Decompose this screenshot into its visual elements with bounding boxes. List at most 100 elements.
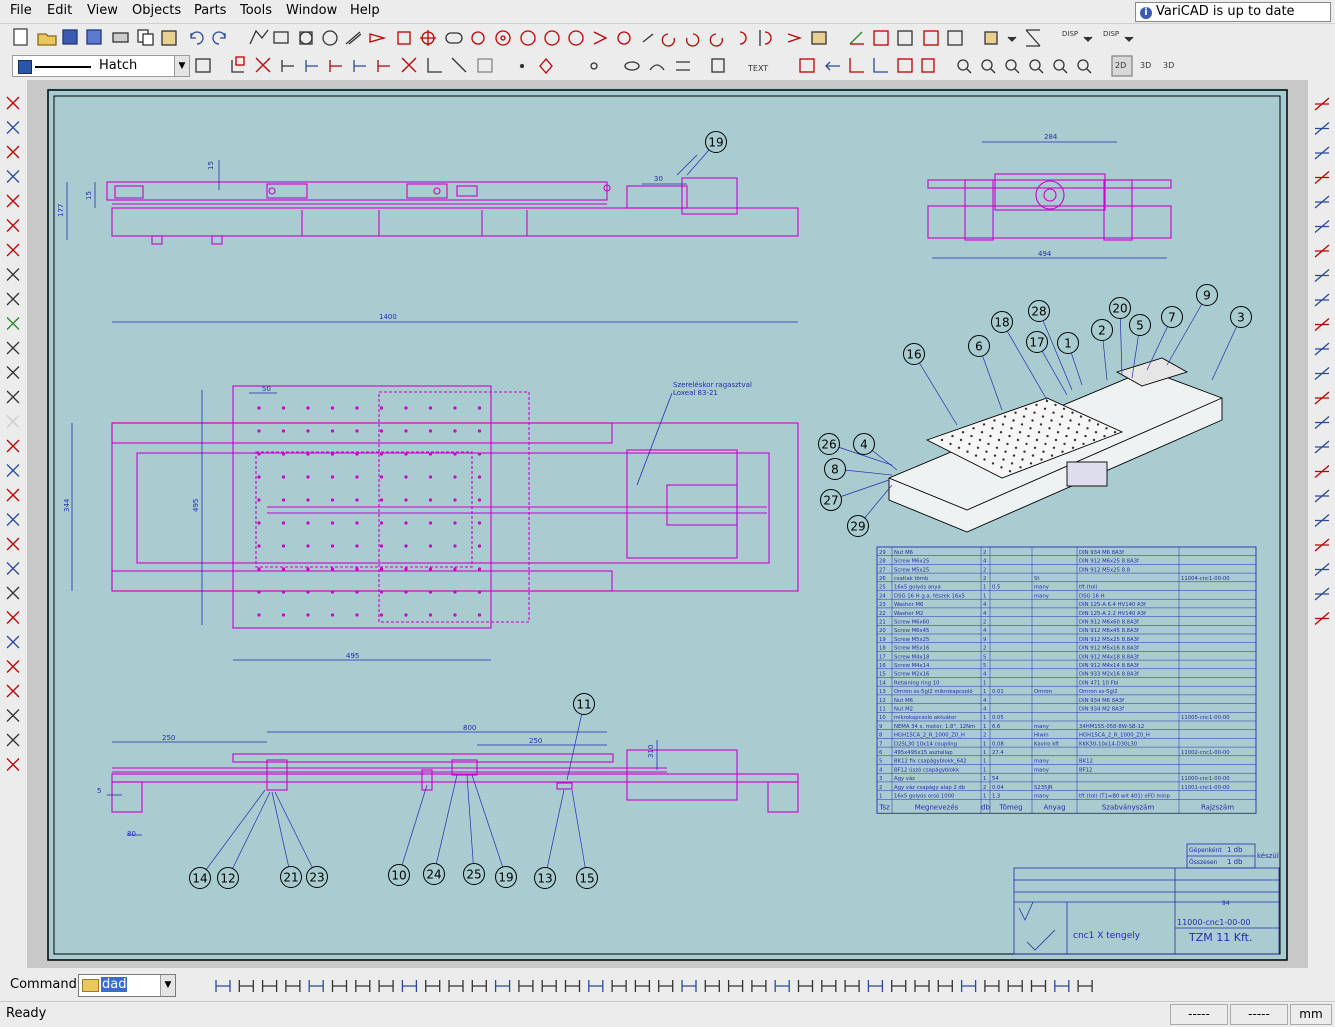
chevron-down-icon[interactable]: ▼ (174, 56, 189, 76)
mounting-hole (257, 521, 261, 525)
bom-cell: many (1034, 794, 1049, 800)
bom-cell: HGH15CA_2_R_1000_Z0_H (894, 733, 965, 739)
dim-label: 800 (463, 724, 476, 732)
folder-icon (82, 979, 99, 992)
dim-label: 1400 (379, 313, 397, 321)
mounting-hole (404, 590, 408, 594)
table-hole (1071, 411, 1074, 414)
dimension-tool-icon (378, 980, 394, 992)
menu-view[interactable]: View (87, 3, 118, 18)
left-tool-icon (6, 709, 20, 722)
bom-cell: St (1034, 576, 1039, 582)
menu-window[interactable]: Window (286, 3, 337, 18)
bom-cell: 28 (879, 559, 886, 565)
mounting-hole (281, 613, 286, 617)
bom-cell: 9 (983, 637, 986, 643)
bom-header-cell: Megnevezés (915, 803, 959, 811)
balloon-number: 7 (1168, 311, 1176, 325)
mounting-hole (306, 498, 310, 502)
table-hole (1014, 411, 1017, 414)
mounting-hole (477, 429, 482, 433)
table-hole (1021, 458, 1024, 461)
command-input[interactable]: dad ▼ (78, 974, 176, 997)
secondary-toolbar-icons[interactable]: TEXT 2D 3D 3D (0, 52, 1335, 79)
left-tool-icon (6, 292, 20, 306)
status-units: mm (1290, 1004, 1332, 1025)
bom-cell: Screw M2x16 (894, 672, 930, 678)
mounting-hole (428, 406, 433, 410)
table-hole (1096, 423, 1100, 426)
table-hole (1056, 431, 1060, 434)
drawing-canvas[interactable]: 177 15 15 30 284 494 1400 50 344 495 495… (27, 80, 1308, 968)
drawing-svg[interactable]: 177 15 15 30 284 494 1400 50 344 495 495… (27, 80, 1308, 968)
layer-select[interactable]: Hatch ▼ (12, 55, 190, 77)
balloon-number: 2 (1098, 324, 1106, 338)
bom-cell: 2 (879, 785, 882, 791)
dim-label: 310 (647, 745, 655, 758)
chevron-down-icon[interactable]: ▼ (160, 975, 175, 996)
bom-cell: 3 (879, 776, 882, 782)
mounting-hole (453, 452, 457, 456)
table-hole (1103, 434, 1106, 438)
dim-label: 284 (1044, 133, 1058, 141)
menu-tools[interactable]: Tools (240, 3, 272, 18)
bom-cell: 54 (992, 776, 999, 782)
bom-cell: Agy váz (894, 775, 915, 782)
mounting-hole (428, 429, 433, 433)
left-tool-icon (6, 733, 20, 747)
dimension-tool-icon (401, 980, 418, 992)
table-hole (972, 427, 975, 430)
mounting-hole (330, 567, 335, 571)
menu-file[interactable]: File (10, 3, 32, 18)
mounting-hole (281, 544, 286, 548)
mounting-hole (257, 590, 261, 594)
left-tool-icon (6, 758, 20, 771)
update-status[interactable]: i VariCAD is up to date (1135, 2, 1331, 22)
bom-cell: csatlak tömb (894, 576, 929, 582)
right-tool-icon (1314, 122, 1330, 135)
dim-label: 80 (127, 830, 136, 838)
bom-cell: DIN 912 M5x25 8.8A3f (1079, 637, 1139, 643)
mounting-hole (355, 475, 359, 479)
table-hole (951, 434, 954, 438)
bom-cell: 19 (879, 637, 886, 643)
bom-cell: 16 (879, 663, 886, 669)
main-toolbar-icons[interactable]: DISP DISP (0, 24, 1335, 51)
table-hole (1039, 423, 1043, 426)
bom-cell: 27.4 (992, 750, 1004, 756)
right-toolbar-icons[interactable] (1309, 88, 1335, 968)
bom-cell: many (1034, 759, 1049, 765)
dimension-tool-icon (308, 980, 324, 992)
table-hole (987, 442, 990, 446)
menu-edit[interactable]: Edit (47, 3, 72, 18)
dimension-tool-icon (355, 980, 371, 992)
table-hole (1092, 438, 1096, 442)
menu-help[interactable]: Help (350, 3, 380, 18)
left-toolbar-icons[interactable] (0, 88, 26, 968)
right-toolbar (1309, 88, 1335, 968)
bom-cell: 1 (983, 759, 986, 765)
dim-label: 15 (85, 191, 93, 200)
mounting-hole (281, 521, 286, 525)
table-hole (1075, 431, 1079, 434)
left-tool-icon (6, 145, 20, 159)
mounting-hole (453, 590, 457, 594)
table-hole (1003, 415, 1007, 418)
table-hole (1086, 427, 1089, 430)
table-hole (1071, 446, 1075, 449)
table-hole (1094, 431, 1098, 434)
menu-parts[interactable]: Parts (194, 3, 226, 18)
mounting-hole (379, 590, 384, 594)
right-tool-icon (1314, 269, 1330, 282)
table-hole (1033, 446, 1037, 449)
bom-cell: KKK30-10x14-D30L30 (1079, 741, 1138, 747)
bom-cell: 5 (983, 654, 986, 660)
right-tool-icon (1314, 538, 1330, 552)
bom-cell: 27 (879, 567, 886, 573)
dimension-toolbar-icons[interactable] (0, 970, 1335, 1000)
menu-objects[interactable]: Objects (132, 3, 181, 18)
bom-cell: 24 (879, 593, 886, 599)
mounting-hole (306, 521, 310, 525)
mounting-hole (281, 406, 286, 410)
table-hole (974, 454, 978, 457)
